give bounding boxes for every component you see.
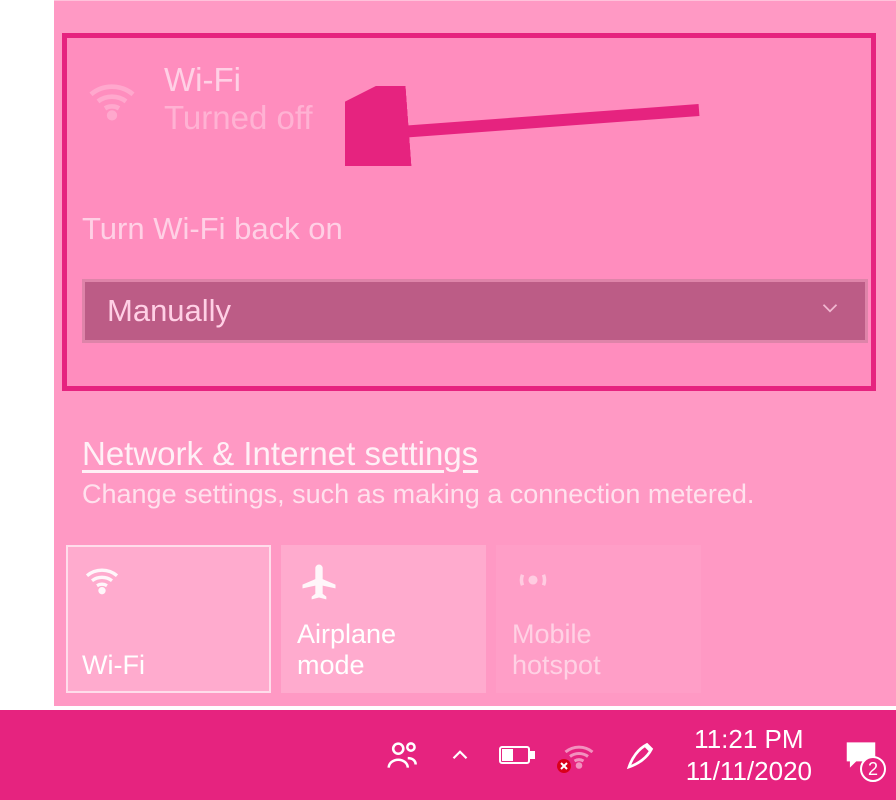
tile-mobile-hotspot[interactable]: Mobile hotspot <box>496 545 701 693</box>
wifi-icon <box>82 69 142 129</box>
wifi-status-header[interactable]: Wi-Fi Turned off <box>82 61 313 137</box>
taskbar: 11:21 PM 11/11/2020 2 <box>0 710 896 800</box>
action-center-icon[interactable]: 2 <box>826 710 896 800</box>
wifi-status: Turned off <box>164 99 313 137</box>
battery-icon[interactable] <box>486 710 548 800</box>
hotspot-icon <box>512 559 685 599</box>
network-flyout: Wi-Fi Turned off Turn Wi-Fi back on Manu… <box>54 0 896 706</box>
taskbar-clock[interactable]: 11:21 PM 11/11/2020 <box>672 723 826 788</box>
people-icon[interactable] <box>372 710 434 800</box>
network-settings-description: Change settings, such as making a connec… <box>82 479 882 510</box>
dropdown-value: Manually <box>107 293 231 329</box>
notification-count-badge: 2 <box>860 756 886 782</box>
tile-label: Wi-Fi <box>82 650 255 681</box>
airplane-icon <box>297 559 470 599</box>
tile-wifi[interactable]: Wi-Fi <box>66 545 271 693</box>
tile-label: Airplane mode <box>297 619 470 681</box>
turn-back-on-dropdown[interactable]: Manually <box>82 279 868 343</box>
taskbar-time: 11:21 PM <box>686 723 812 756</box>
tile-airplane-mode[interactable]: Airplane mode <box>281 545 486 693</box>
tile-label: Mobile hotspot <box>512 619 685 681</box>
turn-back-on-label: Turn Wi-Fi back on <box>82 211 343 247</box>
network-settings-link[interactable]: Network & Internet settings <box>82 435 882 473</box>
chevron-down-icon <box>817 293 843 329</box>
pen-icon[interactable] <box>610 710 672 800</box>
taskbar-date: 11/11/2020 <box>686 755 812 788</box>
settings-section: Network & Internet settings Change setti… <box>82 435 882 510</box>
wifi-title: Wi-Fi <box>164 61 313 99</box>
wifi-icon <box>82 559 255 599</box>
network-icon[interactable] <box>548 710 610 800</box>
tray-expand-icon[interactable] <box>434 710 486 800</box>
error-badge-icon <box>556 758 572 774</box>
quick-action-tiles: Wi-Fi Airplane mode Mobile hotspot <box>66 545 701 693</box>
